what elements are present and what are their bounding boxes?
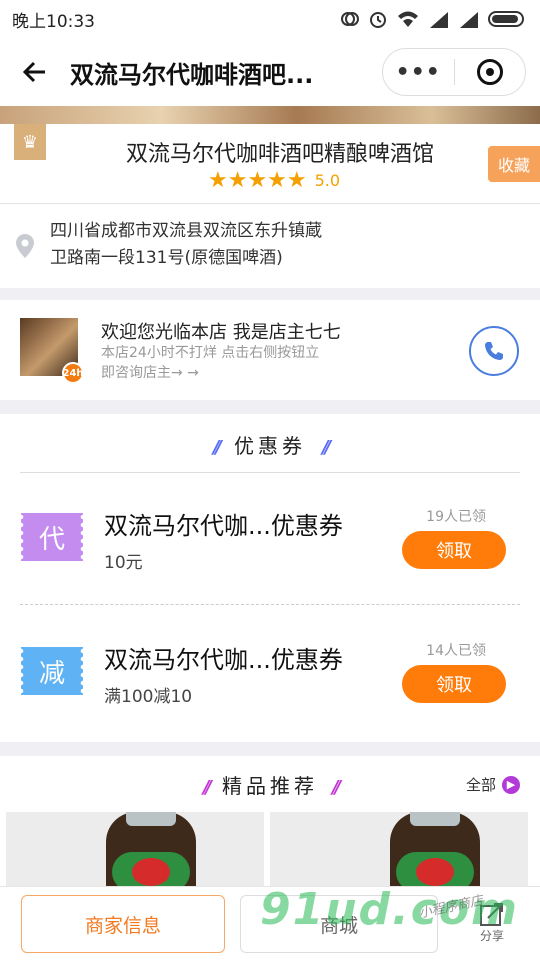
24h-badge: 24h [62,362,84,384]
owner-subtitle: 本店24小时不打烊 点击右侧按钮立 即咨询店主→ → [101,343,381,383]
claim-coupon-button[interactable]: 领取 [402,531,506,569]
view-all-label: 全部 [465,776,496,794]
signal-1-icon [430,12,448,28]
back-button[interactable] [0,38,70,106]
address-line-1: 四川省成都市双流县双流区东升镇蔵 [50,221,322,241]
beer-bottle-image [390,812,480,892]
coupons-header: // 优惠券 // [0,430,540,459]
shop-banner-image [0,106,540,124]
coupon-desc: 满100减10 [104,687,193,707]
mall-button[interactable]: 商城 [240,895,438,953]
shop-rating: ★★★★★ 5.0 [208,168,340,193]
view-all-link[interactable]: 全部 ▶ [466,774,520,795]
owner-welcome: 欢迎您光临本店 我是店主七七 [101,322,341,343]
location-pin-icon [16,234,34,258]
recommend-header: // 精品推荐 // [0,770,540,799]
owner-subtitle-line-1: 本店24小时不打烊 点击右侧按钮立 [101,345,320,361]
coupon-icon: 减 [21,647,83,695]
coupon-desc: 10元 [104,553,143,573]
navigation-bar: 双流马尔代咖啡酒吧... ••• [0,38,540,106]
back-arrow-icon [22,61,45,83]
recommend-title: 精品推荐 [222,774,318,798]
call-button[interactable] [469,326,519,376]
status-time: 晚上10:33 [12,11,95,32]
share-icon [480,903,503,926]
product-card[interactable] [6,812,264,892]
address-section[interactable]: 四川省成都市双流县双流区东升镇蔵 卫路南一段131号(原德国啤酒) [0,204,540,288]
more-button[interactable]: ••• [383,60,454,85]
shop-info-button[interactable]: 商家信息 [21,895,225,953]
owner-section: 24h 欢迎您光临本店 我是店主七七 本店24小时不打烊 点击右侧按钮立 即咨询… [0,300,540,400]
decor-slash-icon: // [332,777,341,798]
shop-header: ♛ 双流马尔代咖啡酒吧精酿啤酒馆 ★★★★★ 5.0 收藏 [0,124,540,204]
coupons-section: // 优惠券 // 代 双流马尔代咖...优惠券 10元 19人已领 领取 减 双流… [0,414,540,742]
close-button[interactable] [455,59,526,85]
coupon-name: 双流马尔代咖...优惠券 [104,646,343,674]
coupon-item: 减 双流马尔代咖...优惠券 满100减10 14人已领 领取 [0,622,540,742]
status-icons [340,9,528,29]
miniprogram-capsule: ••• [382,48,526,96]
battery-icon [488,11,524,27]
wifi-icon [398,11,418,27]
beer-bottle-image [106,812,196,892]
address-line-2: 卫路南一段131号(原德国啤酒) [50,248,283,268]
decor-slash-icon: // [212,437,222,458]
bottom-action-bar: 商家信息 商城 分享 [0,886,540,960]
product-card[interactable] [270,812,528,892]
status-bar: 晚上10:33 [0,0,540,38]
address-text: 四川省成都市双流县双流区东升镇蔵 卫路南一段131号(原德国啤酒) [50,218,370,272]
target-icon [476,59,503,85]
coupon-icon: 代 [21,513,83,561]
alarm-icon [370,12,386,28]
coupon-divider [20,604,520,605]
share-button[interactable]: 分享 [472,901,512,955]
decor-slash-icon: // [322,437,331,458]
sync-icon [341,12,359,26]
favorite-button[interactable]: 收藏 [488,146,540,182]
star-rating-icon: ★★★★★ [208,168,307,193]
claim-coupon-button[interactable]: 领取 [402,665,506,703]
decor-slash-icon: // [202,777,212,798]
coupon-item: 代 双流马尔代咖...优惠券 10元 19人已领 领取 [0,488,540,608]
signal-2-icon [460,12,478,28]
coupon-name: 双流马尔代咖...优惠券 [104,512,343,540]
shop-name: 双流马尔代咖啡酒吧精酿啤酒馆 [125,142,434,167]
coupons-title: 优惠券 [234,434,306,458]
owner-subtitle-line-2: 即咨询店主→ → [101,365,199,381]
coupon-claimed-count: 14人已领 [426,643,486,659]
phone-icon [485,342,503,360]
arrow-right-icon: ▶ [502,775,520,794]
coupon-claimed-count: 19人已领 [426,509,486,525]
share-label: 分享 [479,929,504,943]
section-divider [20,472,520,473]
rating-score: 5.0 [314,171,341,190]
